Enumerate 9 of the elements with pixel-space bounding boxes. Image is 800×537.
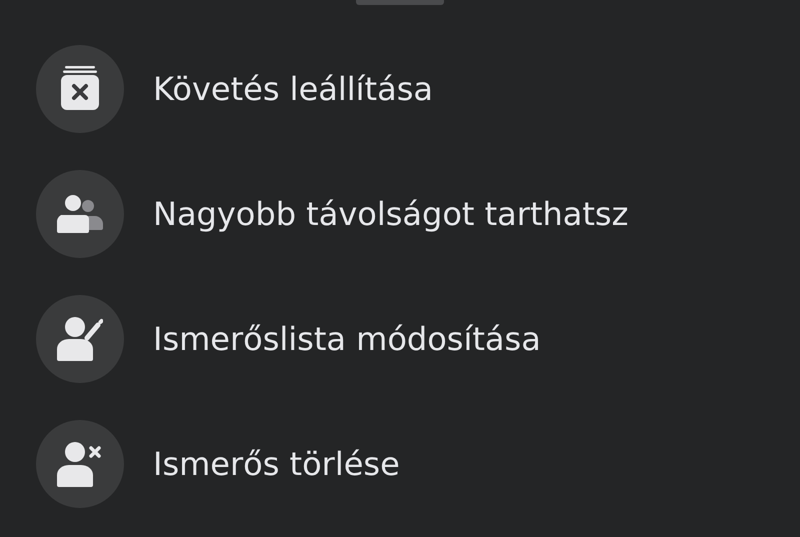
- menu-item[interactable]: Követés leállítása: [36, 45, 800, 133]
- menu-item[interactable]: Nagyobb távolságot tarthatsz: [36, 170, 800, 258]
- person-pencil-icon: [57, 317, 103, 361]
- menu-item[interactable]: Ismerőslista módosítása: [36, 295, 800, 383]
- person-remove-icon: [57, 441, 103, 487]
- archive-x-icon: [61, 66, 99, 112]
- drag-handle[interactable]: [356, 0, 444, 5]
- people-icon: [57, 195, 103, 233]
- menu-item[interactable]: Ismerős törlése: [36, 420, 800, 508]
